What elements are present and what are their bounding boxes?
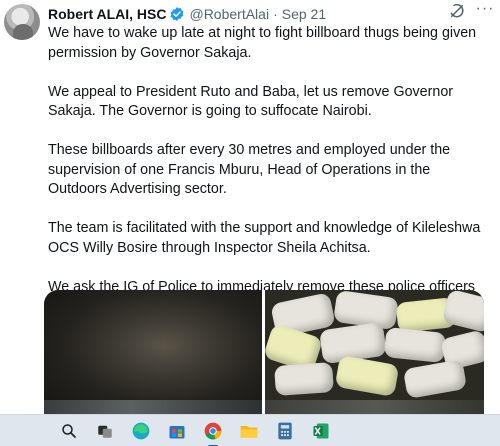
tweet-paragraph: The team is facilitated with the support… — [48, 220, 481, 256]
tweet-paragraph: These billboards after every 30 metres a… — [48, 142, 451, 197]
more-options-icon[interactable]: ··· — [474, 0, 496, 20]
search-icon[interactable] — [58, 420, 80, 442]
edge-icon[interactable] — [130, 420, 152, 442]
grok-icon[interactable] — [448, 2, 466, 20]
chrome-icon[interactable] — [202, 420, 224, 446]
verified-badge-icon — [169, 6, 185, 22]
tweet-date[interactable]: Sep 21 — [282, 6, 326, 22]
author-handle[interactable]: @RobertAlai — [189, 6, 269, 22]
author-name[interactable]: Robert ALAI, HSC — [48, 6, 166, 22]
calculator-icon[interactable] — [274, 420, 296, 442]
media-photo-sacks[interactable] — [265, 290, 484, 414]
windows-taskbar — [0, 414, 500, 446]
tweet[interactable]: Robert ALAI, HSC @RobertAlai · Sep 21 ··… — [0, 0, 500, 414]
excel-icon[interactable] — [310, 420, 332, 442]
tweet-header: Robert ALAI, HSC @RobertAlai · Sep 21 — [48, 4, 492, 24]
task-view-icon[interactable] — [94, 420, 116, 442]
file-explorer-icon[interactable] — [238, 420, 260, 442]
tweet-paragraph: We appeal to President Ruto and Baba, le… — [48, 83, 454, 120]
media-photo-night-roadside[interactable] — [44, 290, 262, 414]
store-icon[interactable] — [166, 420, 188, 442]
photo-divider — [44, 400, 262, 414]
avatar[interactable] — [4, 4, 40, 40]
photo-divider — [265, 400, 484, 414]
tweet-paragraph: We have to wake up late at night to figh… — [48, 25, 477, 61]
separator-dot: · — [273, 6, 278, 22]
tweet-media-grid — [44, 290, 484, 414]
